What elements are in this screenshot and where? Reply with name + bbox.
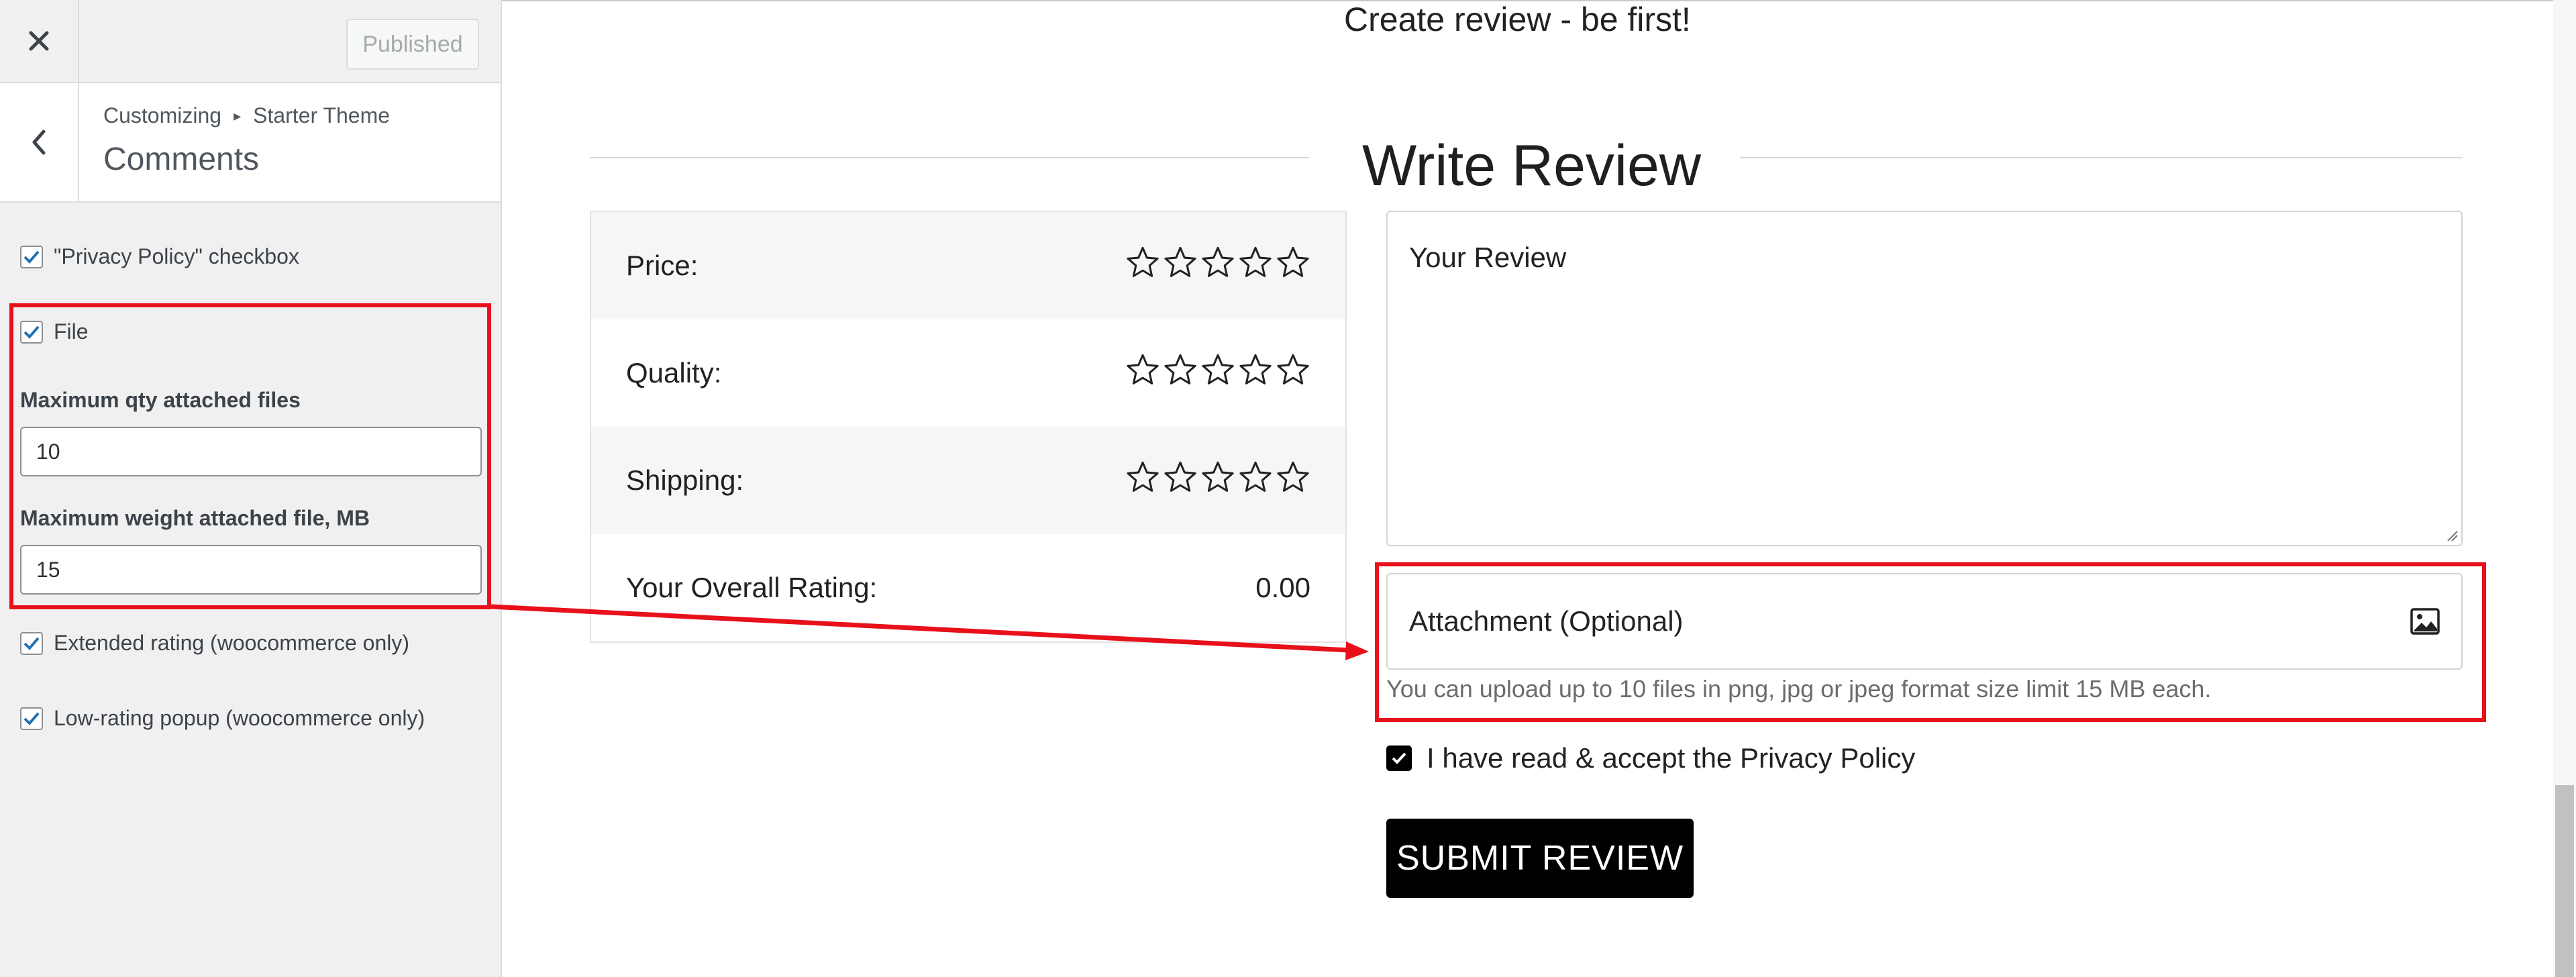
annotation-arrow	[491, 604, 1369, 660]
